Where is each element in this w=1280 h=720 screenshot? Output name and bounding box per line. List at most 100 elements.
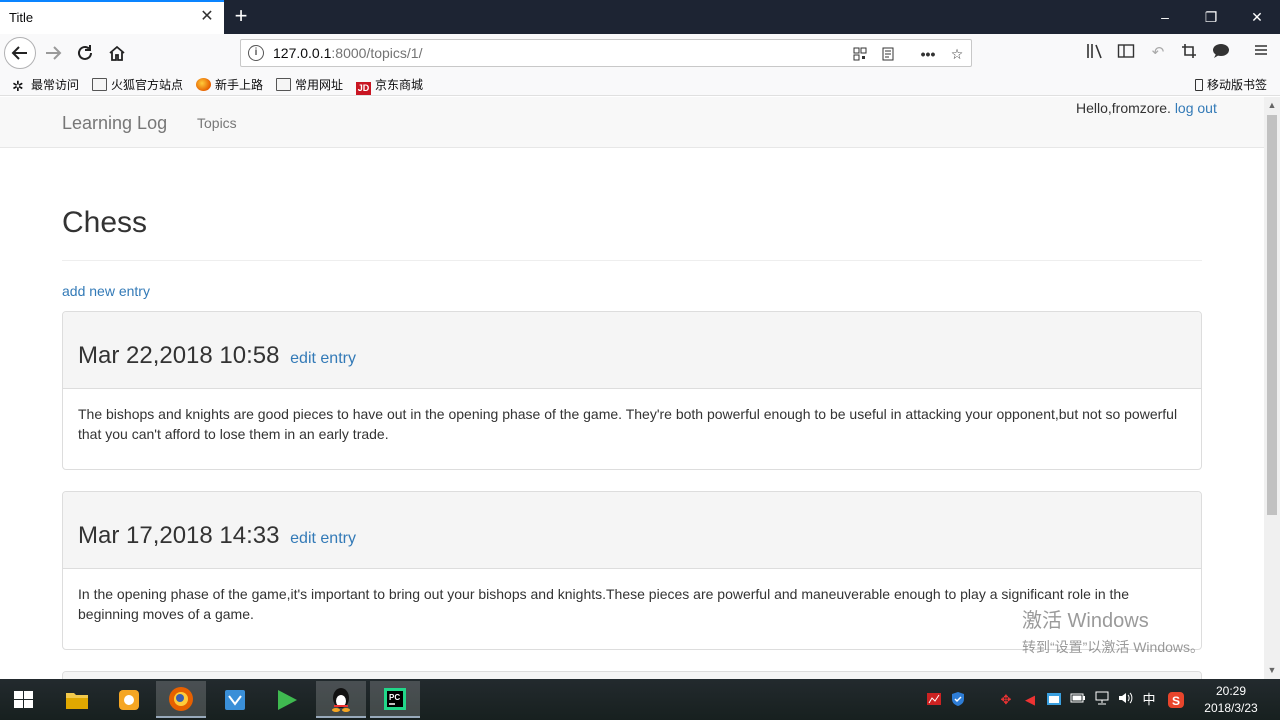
entry-date: Mar 22,2018 10:58 edit entry <box>78 342 356 370</box>
taskbar-pycharm[interactable]: PC <box>370 681 420 718</box>
reader-view-icon[interactable] <box>877 43 899 65</box>
greeting-text: Hello,fromzore. <box>1076 100 1171 116</box>
tab-close-icon[interactable]: ✕ <box>198 8 216 26</box>
folder-icon <box>66 693 88 709</box>
bookmark-label: 京东商城 <box>375 78 424 92</box>
divider <box>62 260 1202 261</box>
firefox-icon <box>196 78 211 91</box>
url-text[interactable]: 127.0.0.1:8000/topics/1/ <box>273 45 422 61</box>
url-path: :8000/topics/1/ <box>331 45 423 61</box>
page-viewport: Learning Log Topics Hello,fromzore. log … <box>0 97 1264 679</box>
reload-button[interactable] <box>70 38 100 68</box>
muted-speaker-icon[interactable]: ◀ <box>1021 691 1039 709</box>
security-shield-icon[interactable] <box>949 691 967 709</box>
tray-app-icon[interactable] <box>925 691 943 709</box>
windows-taskbar: PC ✥ ◀ 中 S 20:29 2018/3/23 <box>0 679 1280 720</box>
browser-titlebar: Title ✕ + – ❐ ✕ <box>0 0 1280 34</box>
clock-date: 2018/3/23 <box>1204 701 1258 715</box>
taskbar-qq[interactable] <box>316 681 366 718</box>
watermark-line2: 转到“设置”以激活 Windows。 <box>1022 639 1205 655</box>
tray-window-icon[interactable] <box>1045 691 1063 709</box>
mail-icon <box>225 690 245 710</box>
entry-heading: Mar 22,2018 10:58 edit entry <box>63 312 1201 389</box>
entry-panel: Mar 22,2018 10:58 edit entry The bishops… <box>62 311 1202 470</box>
svg-text:S: S <box>1172 694 1180 708</box>
back-button[interactable] <box>4 37 36 69</box>
nav-topics-link[interactable]: Topics <box>197 115 237 131</box>
network-icon[interactable] <box>1093 691 1111 709</box>
bookmark-label: 最常访问 <box>31 78 80 92</box>
mobile-icon <box>1195 79 1203 91</box>
site-navbar: Learning Log Topics Hello,fromzore. log … <box>0 97 1264 148</box>
page-scrollbar[interactable]: ▲ ▼ <box>1264 97 1280 679</box>
sogou-input-icon[interactable]: S <box>1167 691 1185 709</box>
tab-title: Title <box>9 10 34 25</box>
bookmark-star-icon[interactable]: ☆ <box>946 43 968 65</box>
url-bar[interactable]: i 127.0.0.1:8000/topics/1/ ••• ☆ <box>240 39 972 67</box>
brand-link[interactable]: Learning Log <box>62 113 167 134</box>
qr-code-icon[interactable] <box>849 43 871 65</box>
scrollbar-thumb[interactable] <box>1267 115 1277 515</box>
qq-penguin-icon <box>332 688 350 712</box>
forward-button[interactable] <box>38 38 68 68</box>
mobile-bookmarks-label: 移动版书签 <box>1207 78 1268 92</box>
clock-time: 20:29 <box>1215 684 1247 698</box>
logout-link[interactable]: log out <box>1175 100 1217 116</box>
screenshot-icon[interactable] <box>1178 43 1200 63</box>
scroll-up-icon[interactable]: ▲ <box>1264 97 1280 114</box>
activation-watermark: 激活 Windows 转到“设置”以激活 Windows。 <box>1022 604 1204 657</box>
bookmark-jd[interactable]: JD 京东商城 <box>356 76 424 95</box>
entry-date-text: Mar 17,2018 14:33 <box>78 522 280 549</box>
jd-icon: JD <box>356 82 371 95</box>
gear-icon: ✲ <box>12 78 24 94</box>
start-button[interactable] <box>0 679 48 720</box>
undo-icon[interactable]: ↶ <box>1147 43 1169 63</box>
bookmark-getting-started[interactable]: 新手上路 <box>196 76 263 92</box>
minimize-button[interactable]: – <box>1142 0 1188 34</box>
taskbar-file-explorer[interactable] <box>52 681 102 718</box>
taskbar-firefox[interactable] <box>156 681 206 718</box>
page-title: Chess <box>62 206 148 239</box>
entry-date: Mar 17,2018 14:33 edit entry <box>78 522 356 550</box>
home-icon <box>109 45 125 61</box>
close-window-button[interactable]: ✕ <box>1234 0 1280 34</box>
volume-icon[interactable] <box>1116 691 1134 709</box>
bookmark-firefox-official[interactable]: 火狐官方站点 <box>92 76 183 92</box>
scroll-down-icon[interactable]: ▼ <box>1264 662 1280 679</box>
svg-text:PC: PC <box>389 693 400 702</box>
edit-entry-link[interactable]: edit entry <box>290 350 356 367</box>
menu-icon[interactable] <box>1250 43 1272 63</box>
store-icon <box>119 690 139 710</box>
bookmarks-bar: ✲ 最常访问 火狐官方站点 新手上路 常用网址 JD 京东商城 移动版书签 <box>0 72 1280 96</box>
mobile-bookmarks[interactable]: 移动版书签 <box>1195 76 1267 92</box>
entry-text: In the opening phase of the game,it's im… <box>78 586 1130 622</box>
add-new-entry-link[interactable]: add new entry <box>62 283 150 299</box>
taskbar-mail[interactable] <box>210 681 260 718</box>
url-host: 127.0.0.1 <box>273 45 332 61</box>
folder-icon <box>276 78 291 91</box>
reload-icon <box>78 45 92 60</box>
network-tray-icon[interactable]: ✥ <box>997 691 1015 709</box>
bookmark-most-visited[interactable]: ✲ 最常访问 <box>12 76 80 94</box>
chat-icon[interactable] <box>1210 43 1232 63</box>
restore-button[interactable]: ❐ <box>1188 0 1234 34</box>
sidebar-icon[interactable] <box>1115 43 1137 63</box>
bookmark-common-sites[interactable]: 常用网址 <box>276 76 343 92</box>
info-icon[interactable]: i <box>248 45 264 61</box>
input-method-indicator[interactable]: 中 <box>1140 691 1158 709</box>
arrow-left-icon <box>11 46 27 60</box>
battery-icon[interactable] <box>1069 691 1087 709</box>
library-icon[interactable] <box>1084 43 1106 63</box>
page-actions-icon[interactable]: ••• <box>917 43 939 65</box>
new-tab-button[interactable]: + <box>229 3 253 29</box>
windows-icon <box>14 691 34 709</box>
entry-heading: Mar 17,2018 14:33 edit entry <box>63 492 1201 569</box>
system-clock[interactable]: 20:29 2018/3/23 <box>1196 683 1266 717</box>
browser-tab[interactable]: Title ✕ <box>0 0 224 34</box>
home-button[interactable] <box>102 38 132 68</box>
taskbar-app-store[interactable] <box>104 681 154 718</box>
bookmark-label: 常用网址 <box>295 78 344 92</box>
arrow-right-icon <box>46 46 62 60</box>
taskbar-media-player[interactable] <box>262 681 312 718</box>
edit-entry-link[interactable]: edit entry <box>290 530 356 547</box>
